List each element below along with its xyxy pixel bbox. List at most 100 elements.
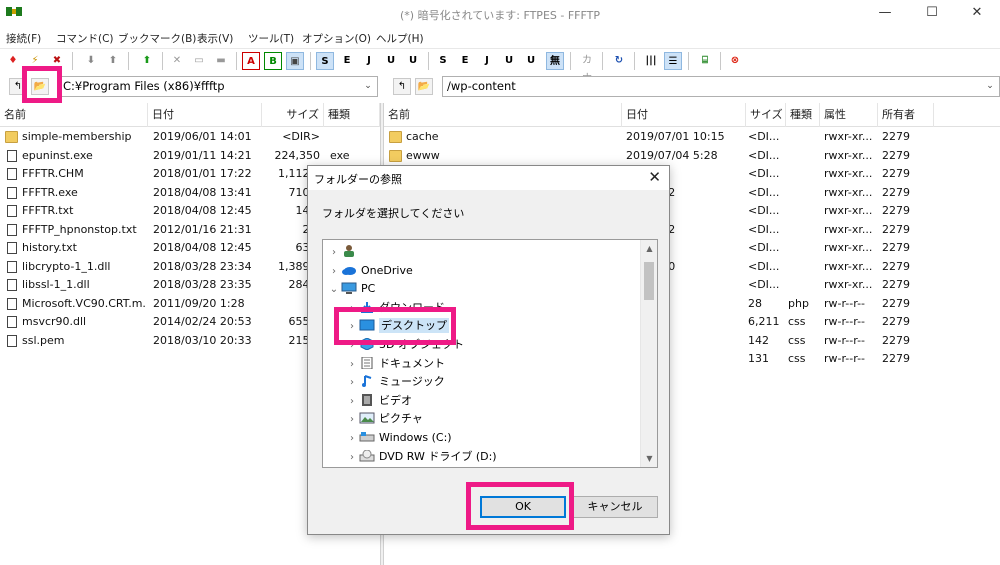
chevron-down-icon[interactable]: ⌄ xyxy=(983,78,997,95)
local-col-type[interactable]: 種類 xyxy=(324,103,380,127)
auto-mode-icon[interactable]: ▣ xyxy=(286,52,304,70)
menu-view[interactable]: 表示(V) xyxy=(197,31,233,46)
minimize-button[interactable]: — xyxy=(862,0,908,28)
table-row[interactable]: epuninst.exe 2019/01/11 14:21 224,350 exe xyxy=(0,147,380,166)
chevron-down-icon[interactable]: ⌄ xyxy=(361,78,375,95)
mirror-upload-icon[interactable]: ⬆ xyxy=(138,52,156,70)
tree-node-pc[interactable]: ⌄ PC xyxy=(327,280,376,299)
menu-options[interactable]: オプション(O) xyxy=(302,31,371,46)
drive-icon xyxy=(359,431,375,443)
file-type: css xyxy=(788,333,806,347)
remote-col-type[interactable]: 種類 xyxy=(786,103,820,127)
host-utf8-icon[interactable]: U xyxy=(382,52,400,70)
kana-convert-icon[interactable]: カナ xyxy=(578,52,596,84)
tree-node-picture[interactable]: › ピクチャ xyxy=(345,410,423,428)
folder-icon xyxy=(5,131,18,143)
list-view-icon[interactable]: ||| xyxy=(642,52,660,70)
scroll-thumb[interactable] xyxy=(644,262,654,300)
remote-col-name[interactable]: 名前 xyxy=(384,103,622,127)
local-col-size[interactable]: サイズ xyxy=(262,103,324,127)
local-path-combo[interactable]: C:¥Program Files (x86)¥ffftp ⌄ xyxy=(58,76,378,97)
refresh-icon[interactable]: ↻ xyxy=(610,52,628,70)
file-name: cache xyxy=(406,130,439,143)
file-size: <DI... xyxy=(748,204,780,217)
tree-node-music[interactable]: › ミュージック xyxy=(345,373,445,391)
tree-node-dvd[interactable]: › DVD RW ドライブ (D:) xyxy=(345,448,497,466)
close-button[interactable]: ✕ xyxy=(954,0,1000,28)
dialog-close-icon[interactable]: ✕ xyxy=(648,168,661,186)
chevron-right-icon[interactable]: › xyxy=(345,430,359,448)
maximize-button[interactable]: ☐ xyxy=(909,0,955,28)
chevron-right-icon[interactable]: › xyxy=(327,263,341,281)
detail-view-icon[interactable]: ☰ xyxy=(664,52,682,70)
file-owner: 2279 xyxy=(882,259,910,273)
folder-tree[interactable]: › › OneDrive ⌄ PC › ダウンロード › デスクトップ › 3D オブジェクト › ドキ… xyxy=(322,239,658,468)
remote-path-combo[interactable]: /wp-content ⌄ xyxy=(442,76,1000,97)
tree-node-document[interactable]: › ドキュメント xyxy=(345,355,445,373)
table-row[interactable]: cache 2019/07/01 10:15 <DI... rwxr-xr... 227… xyxy=(384,128,1000,147)
local-euc-icon[interactable]: E xyxy=(456,52,474,70)
remote-col-size[interactable]: サイズ xyxy=(746,103,786,127)
file-date: 2019/07/01 10:15 xyxy=(626,130,725,143)
file-date: 2014/02/24 20:53 xyxy=(153,315,252,328)
remote-open-folder-icon[interactable]: 📂 xyxy=(415,78,433,95)
host-utf8bom-icon[interactable]: U xyxy=(404,52,422,70)
stop-icon[interactable]: ⊗ xyxy=(726,52,744,70)
tree-scrollbar[interactable]: ▲ ▼ xyxy=(640,240,657,467)
chevron-right-icon[interactable]: › xyxy=(345,449,359,467)
file-name: ssl.pem xyxy=(22,333,65,347)
tree-view-icon[interactable]: ⌸ xyxy=(696,52,714,70)
ascii-mode-icon[interactable]: A xyxy=(242,52,260,70)
menu-help[interactable]: ヘルプ(H) xyxy=(376,31,424,46)
remote-col-owner[interactable]: 所有者 xyxy=(878,103,934,127)
table-row[interactable]: simple-membership 2019/06/01 14:01 <DIR> xyxy=(0,128,380,147)
chevron-right-icon[interactable]: › xyxy=(345,374,359,392)
table-row[interactable]: ewww 2019/07/04 5:28 <DI... rwxr-xr... 2279 xyxy=(384,147,1000,166)
menu-tools[interactable]: ツール(T) xyxy=(248,31,294,46)
file-attr: rwxr-xr... xyxy=(824,148,873,162)
delete-icon[interactable]: ✕ xyxy=(168,52,186,70)
scroll-up-icon[interactable]: ▲ xyxy=(641,240,657,257)
tree-node-cloud[interactable]: › OneDrive xyxy=(327,262,413,280)
local-utf8-icon[interactable]: U xyxy=(500,52,518,70)
local-col-date[interactable]: 日付 xyxy=(148,103,262,127)
cancel-button[interactable]: キャンセル xyxy=(572,496,658,518)
remote-col-attr[interactable]: 属性 xyxy=(820,103,878,127)
tree-node-video[interactable]: › ビデオ xyxy=(345,392,412,410)
host-euc-icon[interactable]: E xyxy=(338,52,356,70)
tree-node-user[interactable]: › xyxy=(327,243,361,261)
local-utf8bom-icon[interactable]: U xyxy=(522,52,540,70)
file-size: <DI... xyxy=(748,185,780,199)
file-icon xyxy=(7,260,17,273)
rename-icon[interactable]: ▭ xyxy=(190,52,208,70)
chevron-right-icon[interactable]: › xyxy=(345,393,359,411)
remote-col-date[interactable]: 日付 xyxy=(622,103,746,127)
binary-mode-icon[interactable]: B xyxy=(264,52,282,70)
menu-bookmark[interactable]: ブックマーク(B) xyxy=(118,31,196,46)
mkdir-icon[interactable]: ▬ xyxy=(212,52,230,70)
file-attr: rwxr-xr... xyxy=(824,130,873,143)
local-sjis-icon[interactable]: S xyxy=(434,52,452,70)
menu-connect[interactable]: 接続(F) xyxy=(6,31,41,46)
no-conversion-icon[interactable]: 無 xyxy=(546,52,564,70)
scroll-down-icon[interactable]: ▼ xyxy=(641,450,657,467)
chevron-right-icon[interactable]: › xyxy=(327,244,341,262)
file-size: <DI... xyxy=(748,259,780,273)
chevron-down-icon[interactable]: ⌄ xyxy=(327,281,341,299)
download-icon[interactable]: ⬇ xyxy=(82,52,100,70)
menu-command[interactable]: コマンド(C) xyxy=(56,31,114,46)
chevron-right-icon[interactable]: › xyxy=(345,356,359,374)
folder-icon xyxy=(389,149,402,162)
upload-icon[interactable]: ⬆ xyxy=(104,52,122,70)
host-jis-icon[interactable]: J xyxy=(360,52,378,70)
local-col-name[interactable]: 名前 xyxy=(0,103,148,127)
host-sjis-icon[interactable]: S xyxy=(316,52,334,70)
local-jis-icon[interactable]: J xyxy=(478,52,496,70)
connect-icon[interactable]: ♦ xyxy=(4,52,22,70)
chevron-right-icon[interactable]: › xyxy=(345,411,359,429)
file-name: FFFTP_hpnonstop.txt xyxy=(22,222,137,236)
tree-node-drive[interactable]: › Windows (C:) xyxy=(345,429,452,447)
remote-up-folder-icon[interactable]: ↰ xyxy=(393,78,411,95)
file-attr: rw-r--r-- xyxy=(824,333,866,347)
dialog-title: フォルダーの参照 xyxy=(314,173,402,186)
